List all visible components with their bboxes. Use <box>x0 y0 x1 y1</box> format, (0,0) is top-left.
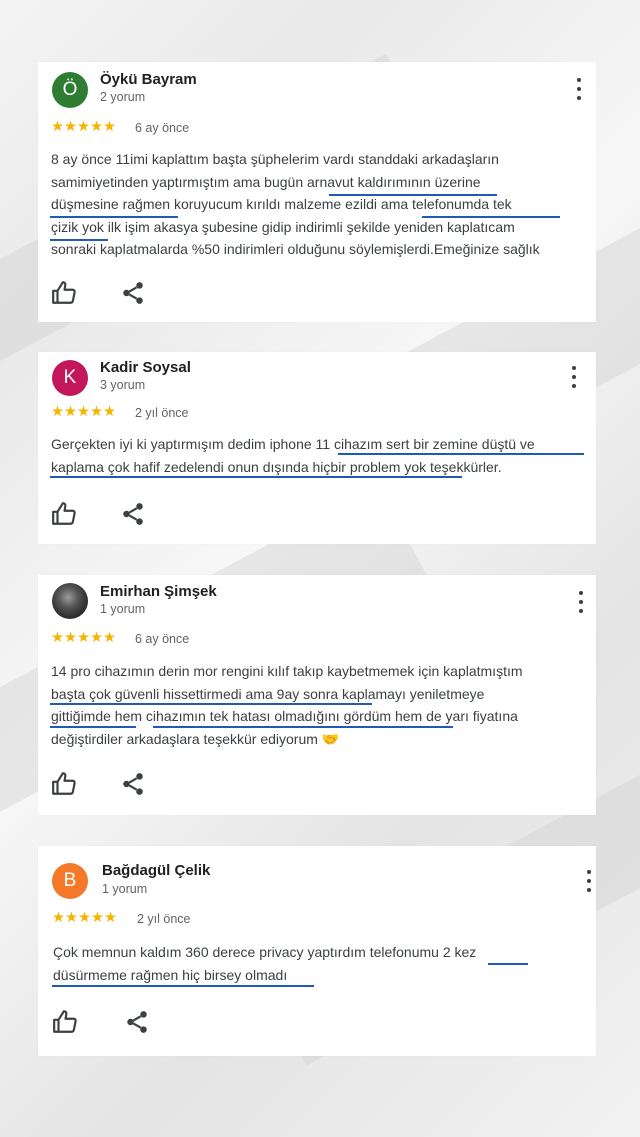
review-line: çizik yok ilk işim akasya şubesine gidip… <box>51 218 515 235</box>
review-line: düsürmeme rağmen hiç birsey olmadı <box>53 966 288 983</box>
star-rating: ★★★★★ <box>52 910 117 926</box>
thumb-up-outline-icon[interactable] <box>51 501 77 527</box>
highlight-underline <box>153 725 453 728</box>
review-count: 1 yorum <box>100 602 146 616</box>
review-count: 1 yorum <box>102 882 148 896</box>
highlight-underline <box>50 702 372 705</box>
highlight-underline <box>50 475 462 478</box>
avatar[interactable]: K <box>52 360 88 396</box>
reviewer-name[interactable]: Emirhan Şimşek <box>100 583 217 600</box>
review-count: 2 yorum <box>100 90 146 104</box>
review-text: Gerçekten iyi ki yaptırmışım dedim iphon… <box>51 433 591 478</box>
highlight-underline <box>338 452 584 455</box>
highlight-underline <box>488 962 528 965</box>
more-vert-icon[interactable] <box>569 366 579 388</box>
review-line: değiştirdiler arkadaşlara teşekkür ediyo… <box>51 730 340 747</box>
review-card: B Bağdagül Çelik 1 yorum ★★★★★ 2 yıl önc… <box>38 846 596 1056</box>
share-icon[interactable] <box>120 280 146 306</box>
star-rating: ★★★★★ <box>51 119 116 135</box>
review-text: 14 pro cihazımın derin mor rengini kılıf… <box>51 660 591 750</box>
review-line: sonraki kaplatmalarda %50 indirimleri ol… <box>51 241 540 257</box>
review-date: 6 ay önce <box>135 121 190 135</box>
avatar[interactable]: B <box>52 863 88 899</box>
highlight-underline <box>50 215 178 218</box>
reviewer-name[interactable]: Bağdagül Çelik <box>102 862 210 879</box>
review-card: K Kadir Soysal 3 yorum ★★★★★ 2 yıl önce … <box>38 352 596 544</box>
avatar-letter: Ö <box>62 79 78 100</box>
more-vert-icon[interactable] <box>576 591 586 613</box>
avatar[interactable]: Ö <box>52 72 88 108</box>
review-text: 8 ay önce 11imi kaplattım başta şüpheler… <box>51 148 591 261</box>
review-date: 6 ay önce <box>135 632 190 646</box>
avatar-letter: B <box>63 870 77 891</box>
review-line: 14 pro cihazımın derin mor rengini kılıf… <box>51 663 523 679</box>
reviewer-name[interactable]: Öykü Bayram <box>100 71 197 88</box>
more-vert-icon[interactable] <box>574 78 584 100</box>
highlight-underline <box>329 193 497 196</box>
review-line: samimiyetinden yaptırmıştım ama bugün ar… <box>51 173 481 190</box>
review-card: Emirhan Şimşek 1 yorum ★★★★★ 6 ay önce 1… <box>38 575 596 815</box>
thumb-up-outline-icon[interactable] <box>51 771 77 797</box>
review-line: 8 ay önce 11imi kaplattım başta şüpheler… <box>51 151 499 167</box>
star-rating: ★★★★★ <box>51 630 116 646</box>
thumb-up-outline-icon[interactable] <box>51 280 77 306</box>
more-vert-icon[interactable] <box>584 870 594 892</box>
review-count: 3 yorum <box>100 378 146 392</box>
share-icon[interactable] <box>120 501 146 527</box>
highlight-underline <box>422 215 560 218</box>
thumb-up-outline-icon[interactable] <box>52 1009 78 1035</box>
review-date: 2 yıl önce <box>137 912 191 926</box>
reviewer-name[interactable]: Kadir Soysal <box>100 359 191 376</box>
review-card: Ö Öykü Bayram 2 yorum ★★★★★ 6 ay önce 8 … <box>38 62 596 322</box>
share-icon[interactable] <box>124 1009 150 1035</box>
star-rating: ★★★★★ <box>51 404 116 420</box>
review-date: 2 yıl önce <box>135 406 189 420</box>
review-line: düşmesine rağmen koruyucum kırıldı malze… <box>51 196 512 212</box>
highlight-underline <box>50 238 108 241</box>
avatar-letter: K <box>63 367 77 388</box>
review-line: Çok memnun kaldım 360 derece privacy yap… <box>53 944 477 960</box>
avatar[interactable] <box>52 583 88 619</box>
highlight-underline <box>50 725 136 728</box>
share-icon[interactable] <box>120 771 146 797</box>
highlight-underline <box>52 984 314 987</box>
